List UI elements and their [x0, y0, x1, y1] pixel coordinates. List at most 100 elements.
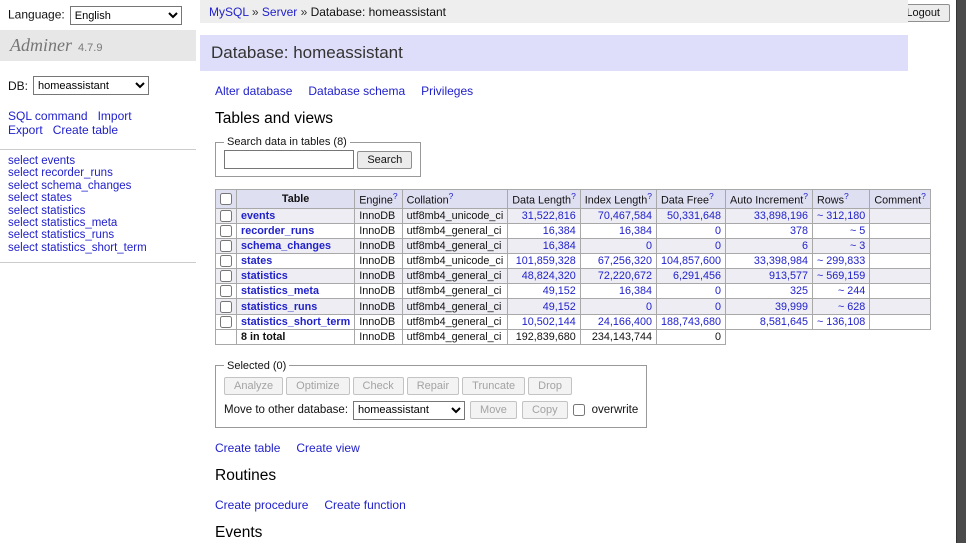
sidebar-link-sql-command[interactable]: SQL command	[8, 109, 88, 123]
data-free-link[interactable]: 0	[715, 225, 721, 237]
sidebar-table-link-select-statistics[interactable]: select statistics	[0, 205, 196, 217]
copy-button[interactable]: Copy	[522, 401, 568, 419]
sidebar-table-link-select-states[interactable]: select states	[0, 192, 196, 204]
rows-link[interactable]: ~ 299,833	[817, 255, 865, 267]
help-icon[interactable]: ?	[571, 191, 576, 201]
index-length-link[interactable]: 0	[646, 240, 652, 252]
repair-button[interactable]: Repair	[407, 377, 459, 395]
help-icon[interactable]: ?	[709, 191, 714, 201]
auto-increment-link[interactable]: 39,999	[775, 301, 808, 313]
create-table-link[interactable]: Create table	[215, 441, 280, 455]
auto-increment-link[interactable]: 378	[790, 225, 808, 237]
rows-link[interactable]: ~ 628	[838, 301, 865, 313]
row-checkbox[interactable]	[220, 270, 232, 282]
language-select[interactable]: English	[70, 6, 182, 25]
sidebar-link-create-table[interactable]: Create table	[53, 123, 118, 137]
alter-database-link[interactable]: Alter database	[215, 84, 292, 98]
help-icon[interactable]: ?	[393, 191, 398, 201]
help-icon[interactable]: ?	[844, 191, 849, 201]
help-icon[interactable]: ?	[449, 191, 454, 201]
sidebar-table-link-select-recorder-runs[interactable]: select recorder_runs	[0, 167, 196, 179]
data-free-link[interactable]: 0	[715, 285, 721, 297]
table-name-link[interactable]: statistics	[241, 270, 288, 282]
truncate-button[interactable]: Truncate	[462, 377, 525, 395]
scrollbar[interactable]	[956, 0, 966, 543]
analyze-button[interactable]: Analyze	[224, 377, 283, 395]
sidebar-table-link-select-statistics-meta[interactable]: select statistics_meta	[0, 217, 196, 229]
create-function-link[interactable]: Create function	[324, 498, 405, 512]
data-length-link[interactable]: 16,384	[543, 225, 576, 237]
search-button[interactable]: Search	[357, 151, 412, 169]
select-all-checkbox[interactable]	[220, 193, 232, 205]
help-icon[interactable]: ?	[921, 191, 926, 201]
overwrite-checkbox[interactable]	[573, 404, 585, 416]
create-view-link[interactable]: Create view	[296, 441, 359, 455]
rows-link[interactable]: ~ 3	[850, 240, 865, 252]
table-name-link[interactable]: statistics_runs	[241, 301, 317, 313]
sidebar-table-link-select-events[interactable]: select events	[0, 155, 196, 167]
drop-button[interactable]: Drop	[528, 377, 572, 395]
auto-increment-link[interactable]: 325	[790, 285, 808, 297]
data-free-link[interactable]: 6,291,456	[673, 270, 721, 282]
data-free-link[interactable]: 104,857,600	[661, 255, 721, 267]
data-length-link[interactable]: 49,152	[543, 285, 576, 297]
row-checkbox[interactable]	[220, 285, 232, 297]
row-checkbox[interactable]	[220, 240, 232, 252]
privileges-link[interactable]: Privileges	[421, 84, 473, 98]
db-select[interactable]: homeassistant	[33, 76, 149, 95]
sidebar-table-link-select-statistics-short-term[interactable]: select statistics_short_term	[0, 242, 196, 254]
sidebar-link-import[interactable]: Import	[98, 109, 132, 123]
auto-increment-link[interactable]: 913,577	[769, 270, 808, 282]
index-length-link[interactable]: 16,384	[619, 225, 652, 237]
move-db-select[interactable]: homeassistant	[353, 401, 465, 420]
breadcrumb-link-mysql[interactable]: MySQL	[209, 5, 249, 19]
table-name-link[interactable]: statistics_meta	[241, 285, 319, 297]
row-checkbox[interactable]	[220, 316, 232, 328]
check-button[interactable]: Check	[353, 377, 404, 395]
row-checkbox[interactable]	[220, 301, 232, 313]
help-icon[interactable]: ?	[803, 191, 808, 201]
auto-increment-link[interactable]: 6	[802, 240, 808, 252]
table-name-link[interactable]: statistics_short_term	[241, 316, 350, 328]
table-name-link[interactable]: schema_changes	[241, 240, 331, 252]
index-length-link[interactable]: 16,384	[619, 285, 652, 297]
data-free-link[interactable]: 188,743,680	[661, 316, 721, 328]
data-free-link[interactable]: 0	[715, 301, 721, 313]
rows-link[interactable]: ~ 5	[850, 225, 865, 237]
rows-link[interactable]: ~ 136,108	[817, 316, 865, 328]
sidebar-table-link-select-schema-changes[interactable]: select schema_changes	[0, 180, 196, 192]
sidebar-table-link-select-statistics-runs[interactable]: select statistics_runs	[0, 229, 196, 241]
index-length-link[interactable]: 70,467,584	[598, 210, 652, 222]
index-length-link[interactable]: 24,166,400	[598, 316, 652, 328]
app-name[interactable]: Adminer	[10, 35, 72, 55]
optimize-button[interactable]: Optimize	[286, 377, 349, 395]
data-length-link[interactable]: 16,384	[543, 240, 576, 252]
breadcrumb-link-server[interactable]: Server	[262, 5, 297, 19]
index-length-link[interactable]: 72,220,672	[598, 270, 652, 282]
sidebar-link-export[interactable]: Export	[8, 123, 43, 137]
auto-increment-link[interactable]: 33,898,196	[754, 210, 808, 222]
rows-link[interactable]: ~ 312,180	[817, 210, 865, 222]
row-checkbox[interactable]	[220, 225, 232, 237]
create-procedure-link[interactable]: Create procedure	[215, 498, 308, 512]
data-length-link[interactable]: 101,859,328	[516, 255, 576, 267]
data-length-link[interactable]: 10,502,144	[522, 316, 576, 328]
data-length-link[interactable]: 49,152	[543, 301, 576, 313]
rows-link[interactable]: ~ 244	[838, 285, 865, 297]
data-free-link[interactable]: 0	[715, 240, 721, 252]
data-length-link[interactable]: 31,522,816	[522, 210, 576, 222]
table-name-link[interactable]: recorder_runs	[241, 225, 314, 237]
index-length-link[interactable]: 67,256,320	[598, 255, 652, 267]
search-input[interactable]	[224, 150, 354, 169]
rows-link[interactable]: ~ 569,159	[817, 270, 865, 282]
help-icon[interactable]: ?	[647, 191, 652, 201]
version-label[interactable]: 4.7.9	[78, 42, 102, 54]
row-checkbox[interactable]	[220, 210, 232, 222]
database-schema-link[interactable]: Database schema	[308, 84, 405, 98]
move-button[interactable]: Move	[470, 401, 517, 419]
table-name-link[interactable]: events	[241, 210, 275, 222]
row-checkbox[interactable]	[220, 255, 232, 267]
table-name-link[interactable]: states	[241, 255, 272, 267]
index-length-link[interactable]: 0	[646, 301, 652, 313]
data-length-link[interactable]: 48,824,320	[522, 270, 576, 282]
